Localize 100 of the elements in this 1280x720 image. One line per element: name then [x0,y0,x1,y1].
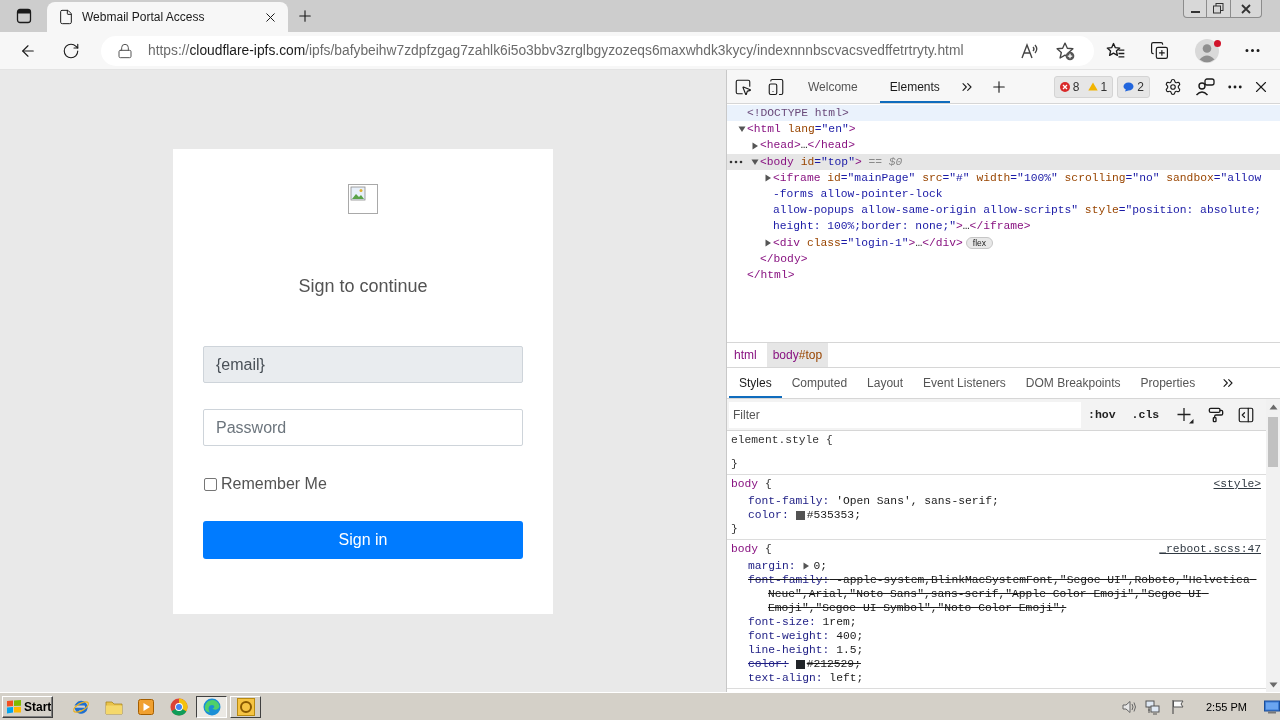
breadcrumb-item[interactable]: body#top [766,343,829,367]
devtools-tab[interactable]: Elements [879,70,950,103]
pane-tab[interactable]: Layout [857,368,914,398]
filter-toggle-button[interactable]: .cls [1131,408,1160,421]
dom-tree-row[interactable]: <!DOCTYPE html> [727,105,1280,122]
play-box-icon[interactable] [138,698,154,715]
closing-brace: } [731,457,739,471]
lock-icon[interactable] [117,42,133,59]
dom-tree-row[interactable]: </body> [727,250,1280,268]
filter-toggle-button[interactable]: :hov [1088,408,1116,421]
password-field[interactable]: Password [203,409,523,446]
triangle-down-icon[interactable] [751,157,759,166]
url-text: https://cloudflare-ipfs.com/ipfs/bafybeihw7zdpfzgag7zahlk6i5o3bbv3zrglbgyzozeqs6maxwhdk3kycy/indexnnnbscvacsvedffetrtryty.html [148,43,964,58]
css-property[interactable]: margin: [748,559,796,573]
triangle-down-icon[interactable] [738,125,746,134]
device-icon[interactable] [767,77,785,96]
closing-brace: } [731,522,739,536]
star-list-icon[interactable] [1106,40,1126,61]
triangle-right-icon[interactable] [802,562,811,570]
show-desktop-icon[interactable] [1263,699,1280,714]
segmented-circle-icon[interactable] [170,697,188,716]
dom-tree-row[interactable]: <iframe id="mainPage" src="#" width="100%" scrolling="no" sandbox="allow -forms allow-pointer-lock allow-popups allow-same-origin allow-scripts" style="position: absolute; height: 100%;border: none;">…</iframe> [727,169,1280,235]
devtools-tab[interactable]: Welcome [798,70,868,103]
color-swatch-icon[interactable] [795,510,805,520]
four-square-flag-icon [6,699,22,714]
dom-tree-row[interactable]: <div class="login-1">…</div> flex [727,234,1280,251]
triangle-right-icon[interactable] [764,238,772,247]
css-declaration[interactable]: font-family: 'Open Sans', sans-serif; [748,494,1262,508]
window-icon[interactable] [15,8,32,24]
css-declaration[interactable]: text-align: left; [748,671,1262,685]
css-selector: body { [731,477,772,491]
close-icon [1241,3,1251,14]
checkbox-label: Remember Me [221,475,327,493]
broken-image-icon [348,184,378,214]
refresh-icon[interactable] [62,41,80,60]
clock: 2:55 PM [1206,700,1247,713]
close-window-button[interactable] [1230,0,1262,18]
checkbox[interactable] [204,477,217,491]
scrollbar-thumb[interactable] [1268,417,1278,467]
email-field[interactable]: {email} [203,346,523,383]
dom-tree-row[interactable]: <html lang="en"> [727,121,1280,138]
flag-icon[interactable] [1170,698,1186,715]
avatar-icon[interactable] [1195,38,1219,63]
messages-button[interactable]: 2 [1117,75,1150,98]
breadcrumb-item[interactable]: html [728,343,763,367]
file-icon [58,9,74,25]
css-selector: element.style { [731,433,833,447]
scrollbar-track[interactable] [1266,399,1280,692]
message-icon [1123,81,1135,92]
css-property[interactable]: color: [748,508,789,522]
inspect-icon[interactable] [734,77,752,96]
plus-icon[interactable] [1176,405,1195,424]
copy-plus-icon[interactable] [1150,41,1169,60]
taskbar-button[interactable] [196,695,227,718]
paint-roller-icon[interactable] [1208,406,1225,423]
swirl-icon [202,697,221,716]
pane-tab[interactable]: Event Listeners [913,368,1016,398]
flex-badge[interactable]: flex [965,236,994,249]
pane-tab[interactable]: Computed [781,368,858,398]
start-button[interactable]: Start [2,695,53,718]
warning-icon [1087,82,1098,91]
address-bar[interactable]: https://cloudflare-ipfs.com/ipfs/bafybeihw7zdpfzgag7zahlk6i5o3bbv3zrglbgyzozeqs6maxwhdk3kycy/indexnnnbscvacsvedffetrtryty.html [101,35,1094,66]
css-value[interactable]: #212529; [806,657,861,671]
pane-tab[interactable]: Properties [1130,368,1206,398]
person-bubble-icon[interactable] [1194,77,1215,96]
source-link[interactable]: <style> [1213,477,1261,491]
css-declaration[interactable]: font-size: 1rem; [748,615,1262,629]
css-declaration[interactable]: line-height: 1.5; [748,643,1262,657]
browser-tab[interactable]: Webmail Portal Access [47,2,288,32]
star-plus-icon[interactable] [1055,40,1075,61]
dom-tree-row[interactable]: <body id="top"> == $0 [727,153,1280,170]
source-link[interactable]: _reboot.scss:47 [1159,542,1261,556]
restore-icon [1213,3,1224,14]
settings-icon[interactable] [1163,77,1182,96]
network-icon[interactable] [1145,698,1161,715]
speech-icon[interactable] [1020,41,1040,60]
dom-tree-row[interactable]: <head>…</head> [727,137,1280,154]
css-declaration[interactable]: font-family: -apple-system,BlinkMacSystemFont,"Segoe UI",Roboto,"Helvetica Neue",Arial,"Noto Sans",sans-serif,"Apple Color Emoji","Segoe UI Emoji","Segoe UI Symbol","Noto Color Emoji"; [748,573,1262,615]
css-value[interactable]: #535353; [806,508,861,522]
restore-button[interactable] [1206,0,1231,18]
pane-tab[interactable]: DOM Breakpoints [1015,368,1131,398]
triangle-right-icon[interactable] [751,141,759,150]
triangle-right-icon[interactable] [764,173,772,182]
css-property[interactable]: color: [748,657,789,671]
dom-tree-row[interactable]: </html> [727,267,1280,284]
ring-tile-icon [236,697,255,716]
filter-field[interactable]: Filter [729,401,1081,428]
css-value[interactable]: 0; [813,559,828,573]
css-declaration[interactable]: font-weight: 400; [748,629,1262,643]
speaker-icon[interactable] [1121,698,1137,715]
minimize-button[interactable] [1183,0,1207,18]
scroll-down-icon[interactable] [1268,682,1278,688]
color-swatch-icon[interactable] [795,659,805,669]
css-selector: body { [731,542,772,556]
sign-in-button[interactable]: Sign in [203,521,523,559]
error-icon [1059,81,1070,92]
issues-button[interactable]: 8 1 [1053,75,1114,98]
more-icon[interactable] [729,159,743,164]
scroll-up-icon[interactable] [1268,404,1278,410]
panel-icon[interactable] [1237,405,1256,424]
